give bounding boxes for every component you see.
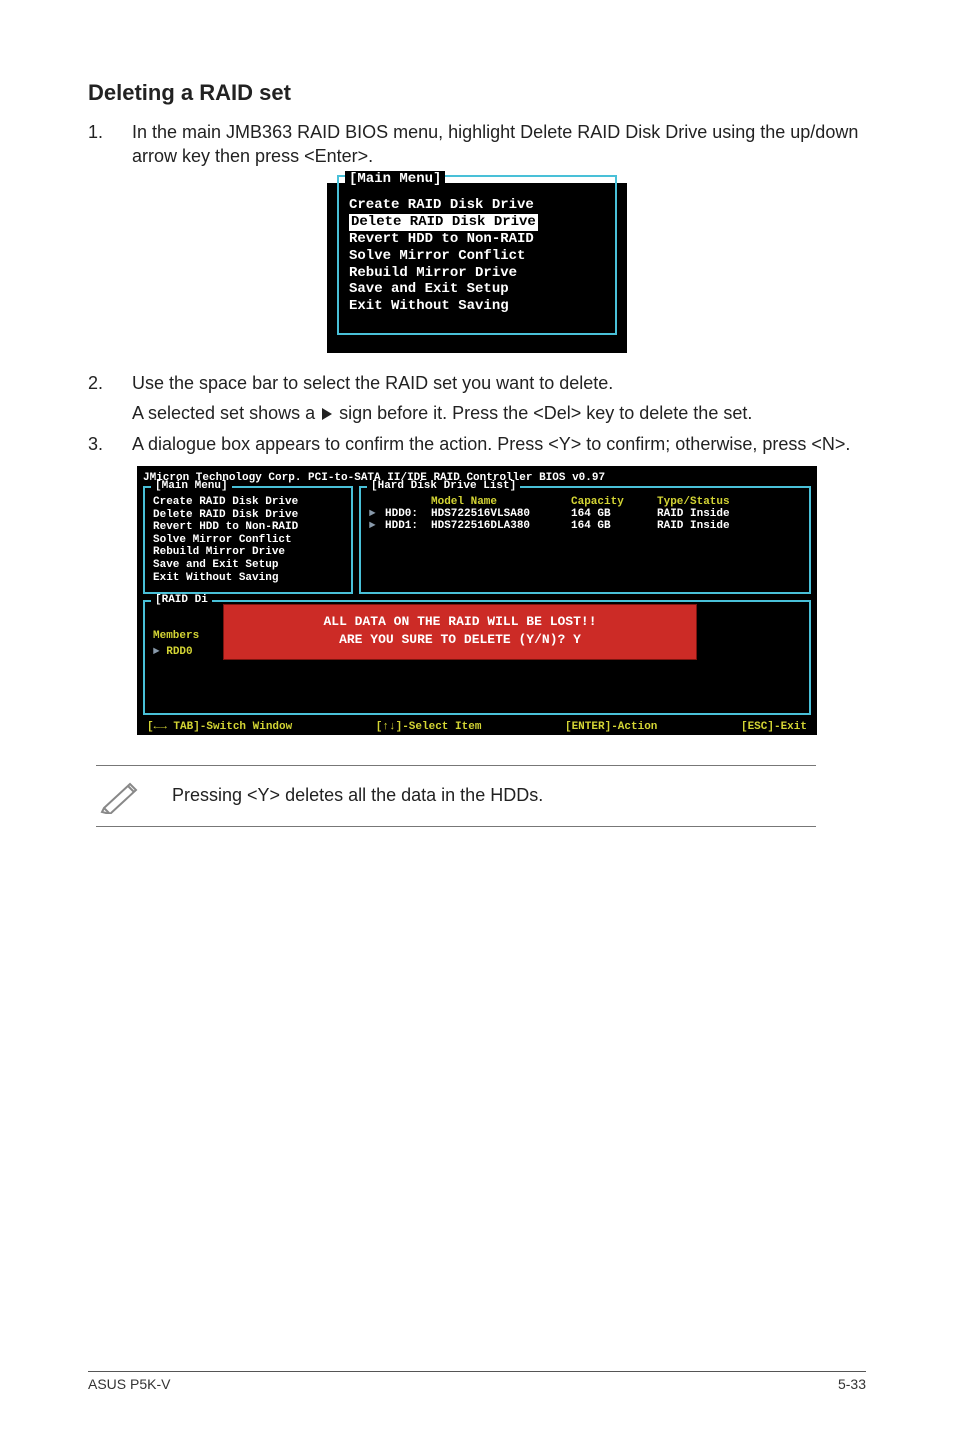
note-text: Pressing <Y> deletes all the data in the…	[172, 785, 543, 806]
menu-item: Revert HDD to Non-RAID	[153, 521, 343, 534]
hdd-id: HDD0:	[385, 508, 431, 520]
bios-frame-title: [Main Menu]	[345, 171, 445, 187]
hdd-row: ► HDD0: HDS722516VLSA80 164 GB RAID Insi…	[369, 508, 801, 520]
note-box: Pressing <Y> deletes all the data in the…	[96, 765, 816, 827]
col-capacity: Capacity	[571, 496, 657, 508]
hdd-capacity: 164 GB	[571, 508, 657, 520]
menu-item: Exit Without Saving	[349, 298, 605, 315]
step-number: 1.	[88, 120, 132, 169]
key-hint: [ESC]-Exit	[741, 721, 807, 733]
menu-item: Exit Without Saving	[153, 572, 343, 585]
menu-item: Rebuild Mirror Drive	[349, 265, 605, 282]
step-list: 2. Use the space bar to select the RAID …	[88, 371, 866, 456]
footer-left: ASUS P5K-V	[88, 1376, 170, 1392]
step-list: 1. In the main JMB363 RAID BIOS menu, hi…	[88, 120, 866, 169]
step-text: A dialogue box appears to confirm the ac…	[132, 432, 866, 456]
hdd-capacity: 164 GB	[571, 520, 657, 532]
footer-right: 5-33	[838, 1376, 866, 1392]
panel-main-menu: [Main Menu] Create RAID Disk Drive Delet…	[143, 486, 353, 594]
key-hint: [↑↓]-Select Item	[376, 721, 482, 733]
panel-label: [Main Menu]	[151, 480, 232, 492]
col-model: Model Name	[431, 496, 571, 508]
menu-item: Solve Mirror Conflict	[349, 248, 605, 265]
key-hint: [←→ TAB]-Switch Window	[147, 721, 292, 733]
step-text: In the main JMB363 RAID BIOS menu, highl…	[132, 120, 866, 169]
step-text: Use the space bar to select the RAID set…	[132, 373, 613, 393]
menu-item: Rebuild Mirror Drive	[153, 546, 343, 559]
confirm-dialog: ALL DATA ON THE RAID WILL BE LOST!! ARE …	[223, 604, 697, 660]
menu-item: Revert HDD to Non-RAID	[349, 231, 605, 248]
arrow-right-icon	[322, 408, 332, 420]
step-2: 2. Use the space bar to select the RAID …	[88, 371, 866, 426]
bios-main-menu-screenshot: [Main Menu] Create RAID Disk Drive Delet…	[327, 183, 627, 353]
menu-item: Solve Mirror Conflict	[153, 534, 343, 547]
menu-item: Create RAID Disk Drive	[153, 496, 343, 509]
raid-entry: RDD0	[166, 646, 192, 658]
pencil-icon	[100, 778, 142, 814]
menu-item-selected: Delete RAID Disk Drive	[349, 214, 538, 231]
menu-item: Create RAID Disk Drive	[349, 197, 605, 214]
marker-icon: ►	[369, 520, 385, 532]
bios-delete-confirm-screenshot: JMicron Technology Corp. PCI-to-SATA II/…	[137, 466, 817, 735]
marker-icon: ►	[153, 646, 160, 658]
hdd-model: HDS722516VLSA80	[431, 508, 571, 520]
hdd-type: RAID Inside	[657, 508, 757, 520]
step-number: 3.	[88, 432, 132, 456]
panel-hdd-list: [Hard Disk Drive List] Model Name Capaci…	[359, 486, 811, 594]
step-1: 1. In the main JMB363 RAID BIOS menu, hi…	[88, 120, 866, 169]
panel-label: [Hard Disk Drive List]	[367, 480, 520, 492]
menu-item: Delete RAID Disk Drive	[153, 509, 343, 522]
step-number: 2.	[88, 371, 132, 426]
bios-keybar: [←→ TAB]-Switch Window [↑↓]-Select Item …	[143, 721, 811, 733]
hdd-model: HDS722516DLA380	[431, 520, 571, 532]
section-heading: Deleting a RAID set	[88, 80, 866, 106]
dialog-line-1: ALL DATA ON THE RAID WILL BE LOST!!	[230, 613, 690, 631]
hdd-id: HDD1:	[385, 520, 431, 532]
step-3: 3. A dialogue box appears to confirm the…	[88, 432, 866, 456]
panel-label: [RAID Di	[151, 594, 212, 606]
key-hint: [ENTER]-Action	[565, 721, 657, 733]
col-type: Type/Status	[657, 496, 757, 508]
dialog-line-2: ARE YOU SURE TO DELETE (Y/N)? Y	[230, 631, 690, 649]
menu-item: Save and Exit Setup	[153, 559, 343, 572]
marker-icon: ►	[369, 508, 385, 520]
menu-item: Save and Exit Setup	[349, 281, 605, 298]
hdd-row: ► HDD1: HDS722516DLA380 164 GB RAID Insi…	[369, 520, 801, 532]
hdd-type: RAID Inside	[657, 520, 757, 532]
step-subtext: A selected set shows a sign before it. P…	[132, 401, 866, 425]
page-footer: ASUS P5K-V 5-33	[88, 1371, 866, 1392]
